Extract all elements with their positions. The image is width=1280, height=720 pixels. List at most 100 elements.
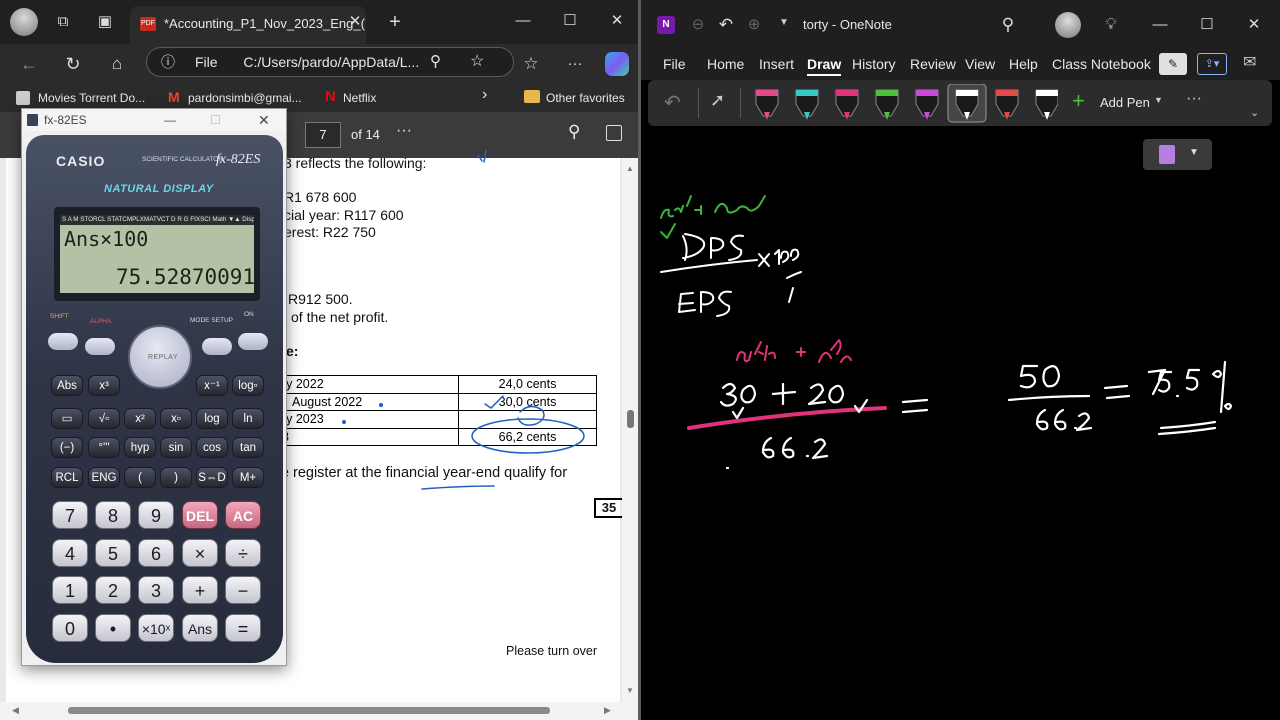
- search-icon[interactable]: ⚲: [993, 10, 1023, 40]
- equals-key[interactable]: =: [225, 614, 261, 642]
- ribbon-collapse-icon[interactable]: ⌄: [1250, 106, 1259, 119]
- menu-view[interactable]: View: [965, 56, 995, 72]
- ribbon-more-icon[interactable]: ···: [1186, 90, 1202, 108]
- negative-key[interactable]: (−): [51, 437, 83, 458]
- calculator-body: CASIO SCIENTIFIC CALCULATOR fx-82ES NATU…: [26, 135, 283, 663]
- maximize-icon[interactable]: ☐: [210, 109, 221, 131]
- draw-ribbon: ↶ ➚ + Add Pen ▼ ··· ⌄: [648, 80, 1272, 126]
- ans-key[interactable]: Ans: [182, 614, 218, 642]
- key-8[interactable]: 8: [95, 501, 131, 529]
- cos-key[interactable]: cos: [196, 437, 228, 458]
- chevron-down-icon[interactable]: ▼: [1154, 95, 1163, 105]
- key-2[interactable]: 2: [95, 576, 131, 604]
- key-label: ON: [244, 311, 254, 318]
- s-d-key[interactable]: S⇔D: [196, 467, 228, 488]
- alpha-key[interactable]: [85, 338, 115, 355]
- add-pen-button[interactable]: Add Pen: [1100, 95, 1150, 110]
- square-key[interactable]: x²: [124, 408, 156, 429]
- lcd-indicators: S A M STORCL STATCMPLXMATVCT D R G FIXSC…: [60, 215, 254, 225]
- key-4[interactable]: 4: [52, 539, 88, 567]
- ac-key[interactable]: AC: [225, 501, 261, 529]
- menu-insert[interactable]: Insert: [759, 56, 794, 72]
- minimize-icon[interactable]: —: [164, 109, 176, 131]
- pen-2[interactable]: [795, 89, 819, 120]
- pen-1[interactable]: [755, 89, 779, 120]
- m-plus-key[interactable]: M+: [232, 467, 264, 488]
- log-key[interactable]: log: [196, 408, 228, 429]
- close-paren-key[interactable]: ): [160, 467, 192, 488]
- share-icon[interactable]: ⇪▾: [1197, 53, 1227, 75]
- menu-file[interactable]: File: [663, 56, 686, 72]
- user-avatar[interactable]: [1055, 12, 1081, 38]
- back-icon[interactable]: ⊖: [683, 10, 713, 40]
- decimal-key[interactable]: •: [95, 614, 131, 642]
- casio-logo: CASIO: [56, 153, 106, 169]
- abs-key[interactable]: Abs: [51, 375, 83, 396]
- power-key[interactable]: x▫: [160, 408, 192, 429]
- mode-key[interactable]: [202, 338, 232, 355]
- add-pen-plus-icon[interactable]: +: [1072, 88, 1085, 114]
- rcl-key[interactable]: RCL: [51, 467, 83, 488]
- menu-draw[interactable]: Draw: [807, 56, 842, 76]
- key-3[interactable]: 3: [138, 576, 174, 604]
- sin-key[interactable]: sin: [160, 437, 192, 458]
- close-icon[interactable]: ✕: [258, 109, 270, 131]
- redo-icon[interactable]: ⊕: [739, 10, 769, 40]
- pen-5[interactable]: [915, 89, 939, 120]
- sticky-notes-icon[interactable]: ✎: [1159, 53, 1187, 75]
- pen-7[interactable]: [995, 89, 1019, 120]
- maximize-icon[interactable]: ☐: [1192, 10, 1222, 40]
- shift-key[interactable]: [48, 333, 78, 350]
- onenote-logo-icon: N: [657, 16, 675, 34]
- fraction-key[interactable]: ▭: [51, 408, 83, 429]
- scroll-thumb[interactable]: [68, 707, 550, 714]
- on-key[interactable]: [238, 333, 268, 350]
- menu-home[interactable]: Home: [707, 56, 744, 72]
- menu-review[interactable]: Review: [910, 56, 956, 72]
- select-cursor-icon[interactable]: ➚: [710, 90, 725, 111]
- hyp-key[interactable]: hyp: [124, 437, 156, 458]
- pen-8[interactable]: [1035, 89, 1058, 120]
- key-label: ALPHA: [90, 318, 112, 325]
- vertical-scrollbar[interactable]: ▲ ▼: [622, 158, 638, 702]
- undo-icon[interactable]: ↶: [711, 10, 741, 40]
- key-0[interactable]: 0: [52, 614, 88, 642]
- exp-key[interactable]: ×10ˣ: [138, 614, 174, 642]
- pen-3[interactable]: [835, 89, 859, 120]
- key-5[interactable]: 5: [95, 539, 131, 567]
- quick-access-dropdown-icon[interactable]: ▼: [779, 17, 789, 28]
- multiply-key[interactable]: ×: [182, 539, 218, 567]
- degree-key[interactable]: °''': [88, 437, 120, 458]
- lightbulb-icon[interactable]: 💡︎: [1096, 10, 1126, 40]
- del-key[interactable]: DEL: [182, 501, 218, 529]
- feedback-icon[interactable]: ✉: [1243, 52, 1256, 72]
- key-9[interactable]: 9: [138, 501, 174, 529]
- menu-history[interactable]: History: [852, 56, 896, 72]
- horizontal-scrollbar[interactable]: ◀ ▶: [0, 702, 638, 720]
- key-1[interactable]: 1: [52, 576, 88, 604]
- undo-ink-icon[interactable]: ↶: [664, 90, 681, 115]
- calculator-window[interactable]: fx-82ES — ☐ ✕ CASIO SCIENTIFIC CALCULATO…: [21, 108, 287, 666]
- plus-key[interactable]: +: [182, 576, 218, 604]
- scroll-thumb[interactable]: [627, 410, 634, 428]
- replay-dpad[interactable]: REPLAY: [128, 325, 192, 389]
- key-7[interactable]: 7: [52, 501, 88, 529]
- inverse-key[interactable]: x⁻¹: [196, 375, 228, 396]
- minimize-icon[interactable]: —: [1145, 10, 1175, 40]
- open-paren-key[interactable]: (: [124, 467, 156, 488]
- pen-6[interactable]: [947, 84, 987, 123]
- ln-key[interactable]: ln: [232, 408, 264, 429]
- key-6[interactable]: 6: [138, 539, 174, 567]
- menu-help[interactable]: Help: [1009, 56, 1038, 72]
- eng-key[interactable]: ENG: [88, 467, 120, 488]
- divide-key[interactable]: ÷: [225, 539, 261, 567]
- log-base-key[interactable]: log▫: [232, 375, 264, 396]
- cube-key[interactable]: x³: [88, 375, 120, 396]
- tan-key[interactable]: tan: [232, 437, 264, 458]
- sqrt-key[interactable]: √▫: [88, 408, 120, 429]
- calculator-titlebar[interactable]: fx-82ES — ☐ ✕: [22, 109, 286, 131]
- minus-key[interactable]: −: [225, 576, 261, 604]
- close-window-icon[interactable]: ✕: [1239, 10, 1269, 40]
- pen-4[interactable]: [875, 89, 899, 120]
- menu-class-notebook[interactable]: Class Notebook: [1052, 56, 1151, 72]
